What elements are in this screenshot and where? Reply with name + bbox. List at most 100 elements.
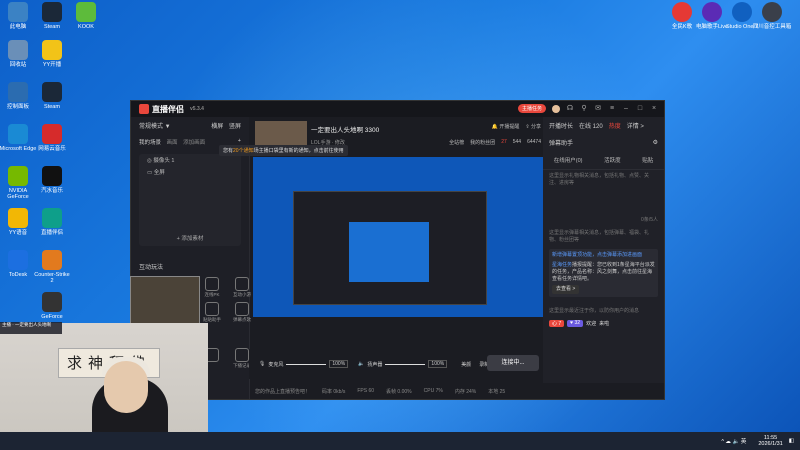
- interact-item[interactable]: 贴贴助手: [199, 302, 225, 323]
- close-icon[interactable]: ×: [650, 105, 658, 113]
- app-icon: [8, 208, 28, 228]
- tool-icon: [205, 277, 219, 291]
- app-name: 直播伴侣: [152, 104, 184, 114]
- app-icon: [42, 82, 62, 102]
- room-title[interactable]: 一定要出人头地啊 3300: [311, 124, 379, 134]
- mail-icon[interactable]: ✉: [594, 105, 602, 113]
- tool-icon: [235, 277, 249, 291]
- tag-welcome: 欢迎: [586, 321, 597, 327]
- interact-item[interactable]: 弹幕点歌: [229, 302, 255, 323]
- headset-icon[interactable]: ☊: [566, 105, 574, 113]
- app-icon: [42, 124, 62, 144]
- avatar[interactable]: [552, 104, 560, 113]
- app-icon: [42, 250, 62, 270]
- minimize-icon[interactable]: –: [622, 105, 630, 113]
- desktop-icon[interactable]: 网易云音乐: [32, 124, 72, 152]
- portrait-button[interactable]: 竖屏: [229, 124, 241, 130]
- app-titlebar[interactable]: 直播伴侣 v5.3.4 主播任务 ☊ ⚲ ✉ ≡ – □ ×: [131, 101, 664, 117]
- app-icon: [8, 40, 28, 60]
- webcam-overlay-text: 主播 · 一定要出人头地啊: [0, 322, 62, 334]
- mic-percent[interactable]: 100%: [329, 360, 349, 368]
- desktop-icon[interactable]: 四川音控工具箱: [752, 2, 792, 30]
- desktop-icon[interactable]: 直播伴侣: [32, 208, 72, 236]
- clock[interactable]: 11:55 2026/1/31: [758, 435, 782, 447]
- desktop-icon[interactable]: Steam: [32, 82, 72, 110]
- app-icon: [42, 40, 62, 60]
- recent-msg-hint: 这里显示最近注于你，以防你用户的消息: [549, 308, 640, 314]
- bell-icon[interactable]: 🔔 开播提醒: [492, 123, 520, 130]
- shirt-icon[interactable]: ⚲: [580, 105, 588, 113]
- desktop-icon[interactable]: YY开播: [32, 40, 72, 68]
- preview-nested-window: [293, 191, 487, 305]
- tab-activity[interactable]: 活跃度: [604, 156, 621, 164]
- add-source-button[interactable]: + 添加素材: [139, 234, 241, 242]
- interact-item[interactable]: 互动小游: [229, 277, 255, 298]
- tab-scene-add[interactable]: 添加画面: [183, 140, 205, 146]
- fans-club[interactable]: 我的粉丝团: [470, 139, 495, 146]
- notification-icon[interactable]: ◧: [789, 438, 794, 444]
- desktop-icon[interactable]: 汽水音乐: [32, 166, 72, 194]
- tab-tietie[interactable]: 贴贴: [642, 156, 653, 164]
- interact-item[interactable]: 连线PK: [199, 277, 225, 298]
- app-icon: [8, 166, 28, 186]
- speaker-percent[interactable]: 100%: [428, 360, 448, 368]
- stat-b: 64474: [527, 139, 541, 145]
- panel-head-online[interactable]: 在线 120: [579, 121, 603, 130]
- app-window: 直播伴侣 v5.3.4 主播任务 ☊ ⚲ ✉ ≡ – □ × 常规模式 ▼ 横屏…: [130, 100, 665, 400]
- tab-scene-picture[interactable]: 画面: [167, 140, 178, 146]
- status-cpu: CPU 7%: [423, 388, 443, 394]
- host-task-button[interactable]: 主播任务: [517, 104, 546, 113]
- app-icon: [8, 250, 28, 270]
- danmaku-msg-hint: 这里显示弹幕相关消息，包括弹幕、福袋、礼物、粉丝团等: [549, 230, 650, 243]
- tag-badge-1: 心 7: [549, 320, 565, 327]
- tag-come: 来啦: [599, 321, 610, 327]
- app-icon: [42, 292, 62, 312]
- announce-card[interactable]: 新增弹幕置顶功能，点击弹幕添加进画面 星海任务播报提醒：您已收到1条星海平台派发…: [549, 249, 658, 297]
- scene-list: ◎ 摄像头 1 ▭ 全屏 + 添加素材: [139, 154, 241, 246]
- tag-badge-2: ♥ 32: [567, 320, 584, 327]
- menu-icon[interactable]: ≡: [608, 105, 616, 113]
- share-icon[interactable]: ⇪ 分享: [525, 123, 541, 130]
- desktop-icon[interactable]: KOOK: [66, 2, 106, 30]
- scene-item-fullscreen[interactable]: ▭ 全屏: [139, 166, 241, 178]
- desktop-icon[interactable]: GeForce: [32, 292, 72, 320]
- view-task-button[interactable]: 去查看 >: [552, 285, 580, 294]
- logo-icon: [139, 104, 149, 114]
- app-icon: [702, 2, 722, 22]
- landscape-button[interactable]: 横屏: [211, 124, 223, 130]
- gift-msg-hint: 这里显示礼物相关消息，包括礼物、点赞、关注、进房等: [549, 173, 650, 186]
- panel-settings-icon[interactable]: ⚙: [653, 139, 658, 146]
- panel-head-detail[interactable]: 详情 >: [627, 121, 644, 130]
- start-live-button[interactable]: 连接中...: [487, 355, 539, 371]
- panel-head-heat[interactable]: 热度: [609, 121, 621, 130]
- stream-preview[interactable]: [253, 157, 543, 317]
- app-icon: [76, 2, 96, 22]
- danmaku-panel: 开播时长 在线 120 热度 详情 > 弹幕助手 ⚙ 在线用户(0) 活跃度 贴…: [543, 117, 664, 383]
- taskbar: ^ ☁ 🔈 英 11:55 2026/1/31 ◧: [0, 432, 800, 450]
- camera-overlay[interactable]: [130, 276, 200, 326]
- app-icon: [42, 2, 62, 22]
- tab-online-users[interactable]: 在线用户(0): [554, 156, 583, 164]
- desktop-icon[interactable]: Counter-Strike 2: [32, 250, 72, 284]
- mode-select[interactable]: 常规模式 ▼: [139, 121, 171, 130]
- whole-rank[interactable]: 全站榜: [449, 139, 464, 146]
- maximize-icon[interactable]: □: [636, 105, 644, 113]
- status-bar: 您的作品上直播预告吧！ 码率 0kb/s FPS 60 丢帧 0.00% CPU…: [249, 383, 670, 399]
- status-hint[interactable]: 您的作品上直播预告吧！: [255, 388, 310, 395]
- app-icon: [8, 82, 28, 102]
- beauty-button[interactable]: 美颜: [461, 361, 471, 368]
- panel-head-duration[interactable]: 开播时长: [549, 121, 573, 130]
- tray-icons[interactable]: ^ ☁ 🔈 英: [721, 437, 746, 445]
- webcam-feed: 求神拜佛: [0, 323, 208, 450]
- speaker-slider[interactable]: 🔈 扬声器 100%: [358, 360, 448, 368]
- tool-icon: [205, 302, 219, 316]
- mic-icon: 🎙: [259, 361, 266, 367]
- counter: 0条/5人: [641, 217, 658, 223]
- fans-level: 27: [501, 139, 507, 145]
- notice-toast[interactable]: 您有20个通知场主播口袋里有新的通知，点击前往使用: [219, 145, 348, 156]
- interact-title: 互动玩法: [139, 265, 164, 271]
- mic-slider[interactable]: 🎙 麦克风 100%: [259, 360, 349, 368]
- scene-header: 我的场景: [139, 140, 162, 146]
- app-icon: [42, 208, 62, 228]
- status-drop: 丢帧 0.00%: [386, 388, 412, 395]
